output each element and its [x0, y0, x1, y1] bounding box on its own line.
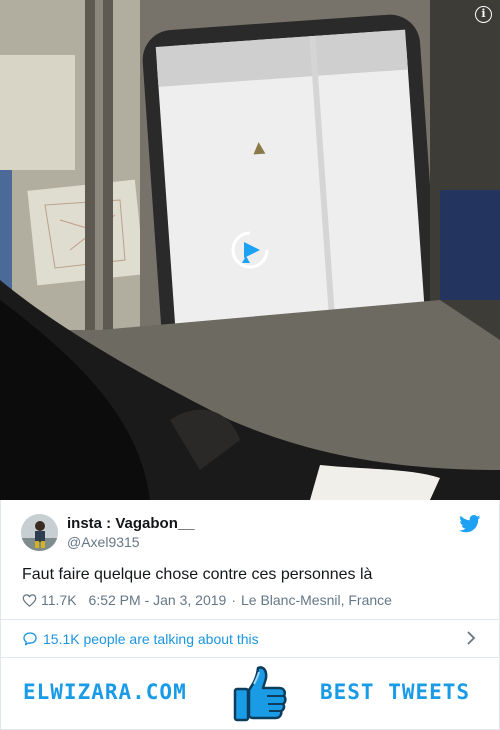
avatar[interactable] [21, 514, 58, 551]
twitter-bird-icon[interactable] [459, 515, 481, 533]
tweet-timestamp[interactable]: 6:52 PM - Jan 3, 2019 [89, 592, 227, 608]
speech-bubble-icon [23, 632, 37, 646]
author-name[interactable]: insta : Vagabon__ [67, 515, 195, 532]
info-icon[interactable]: i [475, 6, 492, 23]
site-name[interactable]: ELWIZARA.COM [23, 680, 187, 704]
tweet-location[interactable]: Le Blanc-Mesnil, France [241, 592, 392, 608]
meta-separator: · [231, 592, 236, 608]
heart-icon[interactable] [22, 593, 37, 608]
divider [1, 619, 499, 620]
play-circle-icon[interactable] [230, 230, 270, 270]
conversation-count: 15.1K people are talking about this [43, 631, 259, 647]
conversation-link[interactable]: 15.1K people are talking about this [22, 631, 259, 647]
promo-banner[interactable]: ELWIZARA.COM BEST TWEETS [0, 657, 500, 730]
tweet-text: Faut faire quelque chose contre ces pers… [22, 566, 373, 583]
tweet-card: insta : Vagabon__ @Axel9315 Faut faire q… [0, 500, 500, 657]
tweet-meta: 11.7K 6:52 PM - Jan 3, 2019 · Le Blanc-M… [22, 592, 392, 608]
like-count[interactable]: 11.7K [41, 592, 77, 608]
chevron-right-icon[interactable] [464, 631, 478, 645]
author-handle[interactable]: @Axel9315 [67, 534, 140, 550]
promo-tagline[interactable]: BEST TWEETS [320, 680, 470, 704]
video-player[interactable]: i [0, 0, 500, 500]
thumbs-up-icon [233, 666, 287, 722]
avatar-image [21, 514, 58, 551]
